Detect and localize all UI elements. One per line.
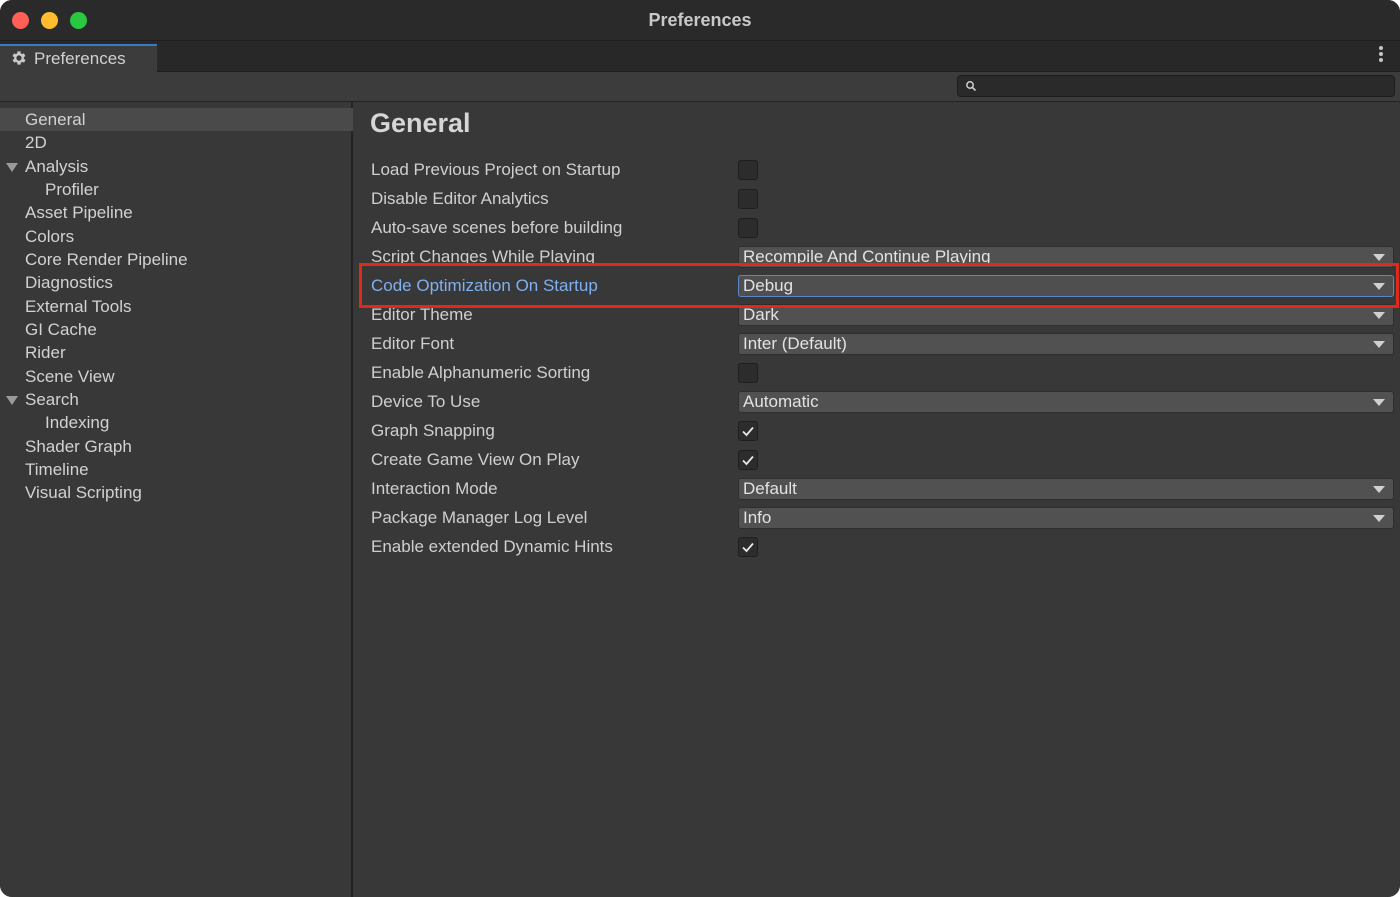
sidebar-item-colors[interactable]: Colors [0,225,353,248]
search-input[interactable] [982,77,1382,95]
setting-label-code-optimization-on-startup: Code Optimization On Startup [371,276,598,295]
search-box[interactable] [957,75,1395,97]
sidebar-item-timeline[interactable]: Timeline [0,458,353,481]
sidebar-item-gi-cache[interactable]: GI Cache [0,318,353,341]
sidebar-item-diagnostics[interactable]: Diagnostics [0,271,353,294]
expand-triangle-icon[interactable] [6,162,18,172]
sidebar-item-rider[interactable]: Rider [0,341,353,364]
sidebar-item-scene-view[interactable]: Scene View [0,365,353,388]
checkbox-disable-editor-analytics[interactable] [738,189,758,209]
checkbox-enable-alphanumeric-sorting[interactable] [738,363,758,383]
sidebar-item-label: Scene View [25,366,115,386]
sidebar-item-analysis[interactable]: Analysis [0,155,353,178]
settings-panel: General Load Previous Project on Startup… [355,102,1400,897]
dropdown-editor-theme[interactable]: Dark [738,304,1394,326]
sidebar-item-label: GI Cache [25,319,97,339]
setting-label-editor-theme: Editor Theme [371,305,473,324]
chevron-down-icon [1373,254,1385,261]
sidebar-item-external-tools[interactable]: External Tools [0,295,353,318]
setting-label-graph-snapping: Graph Snapping [371,421,495,440]
preferences-window: Preferences Preferences General 2D Analysi… [0,0,1400,897]
sidebar-item-search[interactable]: Search [0,388,353,411]
setting-label-enable-alphanumeric-sorting: Enable Alphanumeric Sorting [371,363,591,382]
checkmark-icon [742,455,754,466]
checkmark-icon [742,426,754,437]
setting-label-load-previous-project-on-startup: Load Previous Project on Startup [371,160,621,179]
sidebar-item-label: Analysis [25,156,89,176]
dropdown-editor-font[interactable]: Inter (Default) [738,333,1394,355]
search-icon [966,81,977,92]
chevron-down-icon [1373,312,1385,319]
chevron-down-icon [1373,341,1385,348]
dropdown-value: Dark [743,305,779,324]
sidebar-item-label: 2D [25,133,47,153]
checkbox-auto-save-scenes-before-building[interactable] [738,218,758,238]
setting-label-package-manager-log-level: Package Manager Log Level [371,508,588,527]
sidebar-item-label: Colors [25,226,75,246]
sidebar-item-profiler[interactable]: Profiler [0,178,353,201]
tab-bar: Preferences [0,41,1400,72]
chevron-down-icon [1373,486,1385,493]
dropdown-code-optimization-on-startup[interactable]: Debug [738,275,1394,297]
setting-label-script-changes-while-playing: Script Changes While Playing [371,247,595,266]
sidebar-item-label: External Tools [25,296,132,316]
sidebar-item-label: Shader Graph [25,436,132,456]
setting-label-disable-editor-analytics: Disable Editor Analytics [371,189,549,208]
sidebar: General 2D Analysis Profiler Asset Pipeline C… [0,102,353,897]
sidebar-item-general[interactable]: General [0,108,353,131]
sidebar-item-asset-pipeline[interactable]: Asset Pipeline [0,201,353,224]
dropdown-package-manager-log-level[interactable]: Info [738,507,1394,529]
tab-preferences[interactable]: Preferences [0,44,157,72]
gear-icon [12,51,26,65]
chevron-down-icon [1373,283,1385,290]
sidebar-item-label: Profiler [45,179,99,199]
dropdown-interaction-mode[interactable]: Default [738,478,1394,500]
sidebar-item-label: Indexing [45,413,110,433]
sidebar-item-core-render-pipeline[interactable]: Core Render Pipeline [0,248,353,271]
sidebar-item-label: Core Render Pipeline [25,249,188,269]
checkbox-create-game-view-on-play[interactable] [738,450,758,470]
expand-triangle-icon[interactable] [6,395,18,405]
more-options-icon[interactable] [1378,46,1384,66]
window-title: Preferences [648,10,752,30]
setting-label-create-game-view-on-play: Create Game View On Play [371,450,580,469]
checkbox-graph-snapping[interactable] [738,421,758,441]
dropdown-device-to-use[interactable]: Automatic [738,391,1394,413]
dropdown-value: Debug [743,276,794,295]
chevron-down-icon [1373,399,1385,406]
setting-label-interaction-mode: Interaction Mode [371,479,498,498]
checkbox-load-previous-project-on-startup[interactable] [738,160,758,180]
sidebar-item-label: Asset Pipeline [25,203,133,223]
sidebar-item-label: Diagnostics [25,273,113,293]
dropdown-value: Recompile And Continue Playing [743,247,991,266]
dropdown-value: Default [743,479,797,498]
checkbox-enable-extended-dynamic-hints[interactable] [738,537,758,557]
dropdown-value: Inter (Default) [743,334,847,353]
sidebar-item-label: Timeline [25,459,89,479]
page-title: General [370,108,471,138]
setting-label-enable-extended-dynamic-hints: Enable extended Dynamic Hints [371,537,613,556]
setting-label-device-to-use: Device To Use [371,392,481,411]
sidebar-item-label: General [25,110,86,129]
title-bar: Preferences [0,0,1400,41]
dropdown-value: Info [743,508,772,527]
sidebar-item-shader-graph[interactable]: Shader Graph [0,435,353,458]
toolbar [0,72,1400,102]
setting-label-auto-save-scenes-before-building: Auto-save scenes before building [371,218,623,237]
sidebar-item-2d[interactable]: 2D [0,131,353,154]
sidebar-item-label: Search [25,389,79,409]
sidebar-item-indexing[interactable]: Indexing [0,411,353,434]
sidebar-item-visual-scripting[interactable]: Visual Scripting [0,481,353,504]
dropdown-script-changes-while-playing[interactable]: Recompile And Continue Playing [738,246,1394,268]
dropdown-value: Automatic [743,392,819,411]
sidebar-item-label: Visual Scripting [25,483,142,503]
tab-label: Preferences [34,49,126,68]
setting-label-editor-font: Editor Font [371,334,455,353]
chevron-down-icon [1373,515,1385,522]
sidebar-item-label: Rider [25,343,66,363]
checkmark-icon [742,542,754,553]
